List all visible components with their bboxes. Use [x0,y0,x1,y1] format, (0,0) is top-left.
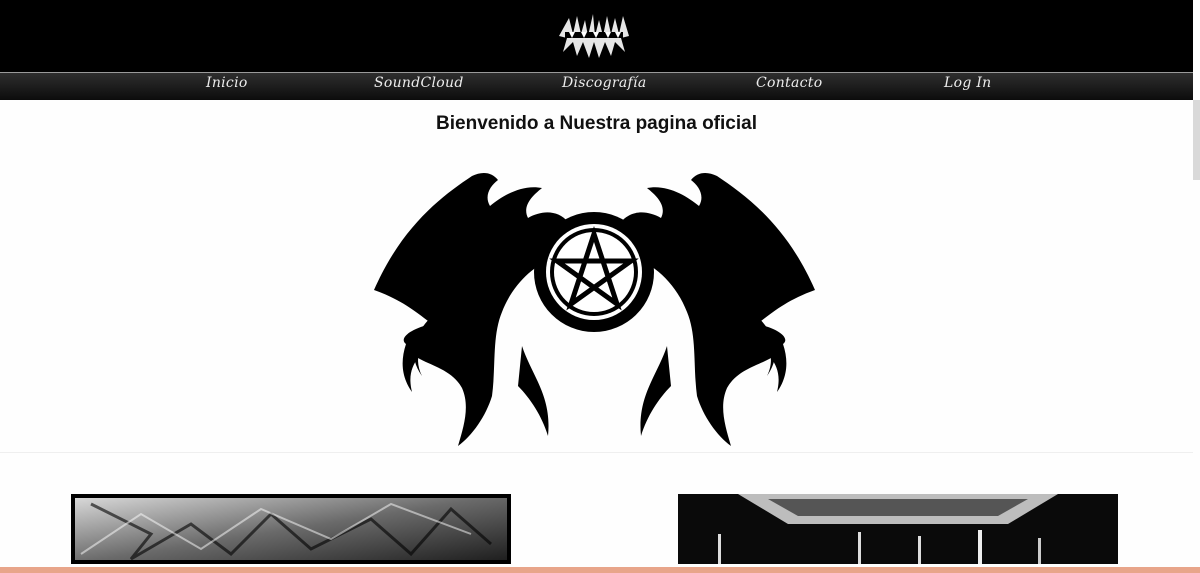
section-divider [0,452,1193,453]
scrollbar-thumb[interactable] [1193,100,1200,180]
band-photo-left[interactable] [71,494,511,564]
main-nav: Inicio SoundCloud Discografía Contacto L… [0,72,1193,100]
nav-discografia[interactable]: Discografía [562,75,646,91]
site-header [0,0,1193,72]
nav-inicio[interactable]: Inicio [206,75,248,91]
nav-login[interactable]: Log In [944,75,992,91]
bottom-accent-bar [0,567,1200,573]
band-photo-right[interactable] [678,494,1118,564]
band-logo[interactable] [555,12,633,60]
pentagram-emblem [374,172,815,446]
nav-contacto[interactable]: Contacto [756,75,822,91]
nav-soundcloud[interactable]: SoundCloud [374,75,464,91]
welcome-heading: Bienvenido a Nuestra pagina oficial [436,113,757,134]
